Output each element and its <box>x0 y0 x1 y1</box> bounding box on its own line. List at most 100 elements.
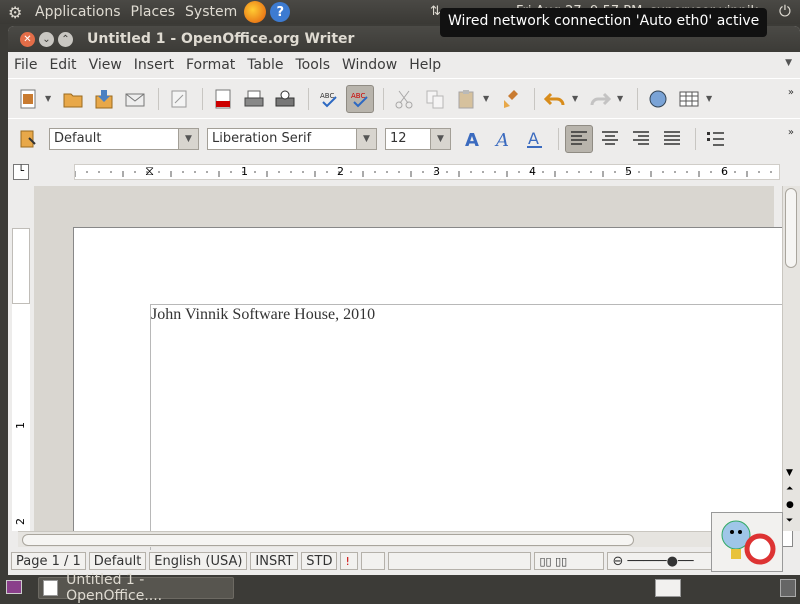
scroll-down-icon[interactable]: ▼ <box>786 468 793 478</box>
chevron-down-icon[interactable]: ▼ <box>430 128 450 149</box>
system-menu[interactable]: System <box>180 4 242 20</box>
email-icon[interactable] <box>121 85 149 113</box>
autospellcheck-icon[interactable]: ABC <box>346 84 374 113</box>
help-agent-icon[interactable] <box>711 512 783 572</box>
export-pdf-icon[interactable] <box>209 85 237 113</box>
font-size-select[interactable]: 12 ▼ <box>385 127 451 150</box>
open-folder-icon[interactable] <box>59 85 87 113</box>
undo-dropdown-icon[interactable]: ▼ <box>572 94 580 103</box>
vertical-ruler-body <box>12 304 30 531</box>
menu-table[interactable]: Table <box>241 57 289 73</box>
zoom-slider[interactable]: ⊖ ─────●── <box>607 552 718 570</box>
taskbar-item-label: Untitled 1 - OpenOffice.... <box>66 572 163 604</box>
firefox-icon[interactable] <box>244 1 267 23</box>
clone-formatting-icon[interactable] <box>497 85 525 113</box>
hyperlink-icon[interactable] <box>644 85 672 113</box>
text-body[interactable]: John Vinnik Software House, 2010 <box>150 304 800 564</box>
scroll-thumb[interactable] <box>785 188 797 268</box>
ubuntu-logo-icon[interactable]: ⚙ <box>8 3 30 22</box>
insert-mode[interactable]: INSRT <box>250 552 299 570</box>
workspace-switcher[interactable] <box>655 579 681 597</box>
new-dropdown-icon[interactable]: ▼ <box>45 94 53 103</box>
hscroll-thumb[interactable] <box>22 534 634 546</box>
applications-menu[interactable]: Applications <box>30 4 126 20</box>
menu-help[interactable]: Help <box>403 57 447 73</box>
navigator-icon[interactable]: ● <box>786 500 794 510</box>
previous-page-icon[interactable]: ⏶ <box>786 484 793 494</box>
vertical-ruler[interactable]: 1 2 <box>12 186 32 531</box>
menu-tools[interactable]: Tools <box>290 57 337 73</box>
align-center-icon[interactable] <box>596 125 624 153</box>
power-icon[interactable]: ⏻ <box>779 2 791 20</box>
chevron-down-icon[interactable]: ▼ <box>356 128 376 149</box>
font-size-value: 12 <box>390 131 407 146</box>
horizontal-scrollbar[interactable] <box>18 531 773 547</box>
minimize-button[interactable]: ⌄ <box>39 31 54 47</box>
menu-edit[interactable]: Edit <box>43 57 82 73</box>
svg-text:A: A <box>494 130 509 150</box>
menu-expand-icon[interactable]: ▼ <box>785 58 792 68</box>
tab-stop-selector[interactable]: └ <box>13 164 29 180</box>
page-indicator[interactable]: Page 1 / 1 <box>11 552 86 570</box>
styles-formatting-icon[interactable] <box>14 125 42 153</box>
underline-icon[interactable]: A <box>521 125 549 153</box>
table-icon[interactable] <box>675 85 703 113</box>
next-page-icon[interactable]: ⏷ <box>786 516 793 526</box>
horizontal-ruler[interactable]: 1 2 3 4 5 6 ⧖ <box>74 164 780 180</box>
align-right-icon[interactable] <box>627 125 655 153</box>
bold-icon[interactable]: A <box>459 125 487 153</box>
svg-text:A: A <box>465 130 479 150</box>
print-icon[interactable] <box>240 85 268 113</box>
paragraph-style-select[interactable]: Default ▼ <box>49 127 199 150</box>
network-tooltip: Wired network connection 'Auto eth0' act… <box>440 8 768 37</box>
help-icon[interactable]: ? <box>270 2 291 22</box>
show-desktop-icon[interactable] <box>6 580 22 594</box>
close-button[interactable]: ✕ <box>20 31 35 47</box>
taskbar-item[interactable]: Untitled 1 - OpenOffice.... <box>38 572 234 604</box>
toolbar-overflow-icon[interactable]: » <box>788 127 794 138</box>
page[interactable]: John Vinnik Software House, 2010 <box>73 227 800 564</box>
menu-insert[interactable]: Insert <box>128 57 180 73</box>
document-area[interactable]: John Vinnik Software House, 2010 <box>34 186 800 564</box>
italic-icon[interactable]: A <box>490 125 518 153</box>
language[interactable]: English (USA) <box>149 552 248 570</box>
maximize-button[interactable]: ⌃ <box>58 31 73 47</box>
paste-dropdown-icon[interactable]: ▼ <box>483 94 491 103</box>
bottom-panel: Untitled 1 - OpenOffice.... <box>0 572 800 604</box>
view-layout-icons[interactable]: ▯▯ ▯▯ <box>534 552 605 570</box>
undo-icon[interactable] <box>541 85 569 113</box>
align-left-icon[interactable] <box>565 124 593 153</box>
table-dropdown-icon[interactable]: ▼ <box>706 94 714 103</box>
separator <box>695 127 696 150</box>
menu-window[interactable]: Window <box>336 57 403 73</box>
document-text[interactable]: John Vinnik Software House, 2010 <box>151 306 375 324</box>
vertical-scrollbar[interactable]: ▼ ⏶ ● ⏷ <box>782 186 800 531</box>
menu-format[interactable]: Format <box>180 57 241 73</box>
chevron-down-icon[interactable]: ▼ <box>178 128 198 149</box>
edit-file-icon[interactable] <box>165 85 193 113</box>
spellcheck-icon[interactable]: ABC <box>315 85 343 113</box>
print-preview-icon[interactable] <box>271 85 299 113</box>
menu-view[interactable]: View <box>83 57 128 73</box>
document-modified-icon[interactable]: ! <box>340 552 359 570</box>
new-document-icon[interactable] <box>14 85 42 113</box>
cut-icon[interactable] <box>390 85 418 113</box>
justify-icon[interactable] <box>658 125 686 153</box>
indent-marker-icon[interactable]: ⧖ <box>145 164 154 179</box>
font-name-select[interactable]: Liberation Serif ▼ <box>207 127 377 150</box>
redo-dropdown-icon[interactable]: ▼ <box>617 94 625 103</box>
separator <box>637 87 638 110</box>
save-icon[interactable] <box>90 85 118 113</box>
copy-icon[interactable] <box>421 85 449 113</box>
paste-icon[interactable] <box>452 85 480 113</box>
places-menu[interactable]: Places <box>126 4 181 20</box>
standard-toolbar: ▼ ABC ABC ▼ ▼ ▼ ▼ » <box>8 78 800 118</box>
selection-mode[interactable]: STD <box>301 552 338 570</box>
numbering-icon[interactable] <box>702 125 730 153</box>
toolbar-overflow-icon[interactable]: » <box>788 87 794 98</box>
page-style[interactable]: Default <box>88 552 147 570</box>
trash-icon[interactable] <box>780 579 796 597</box>
redo-icon[interactable] <box>586 85 614 113</box>
digital-signature-field[interactable] <box>361 552 386 570</box>
menu-file[interactable]: File <box>8 57 43 73</box>
